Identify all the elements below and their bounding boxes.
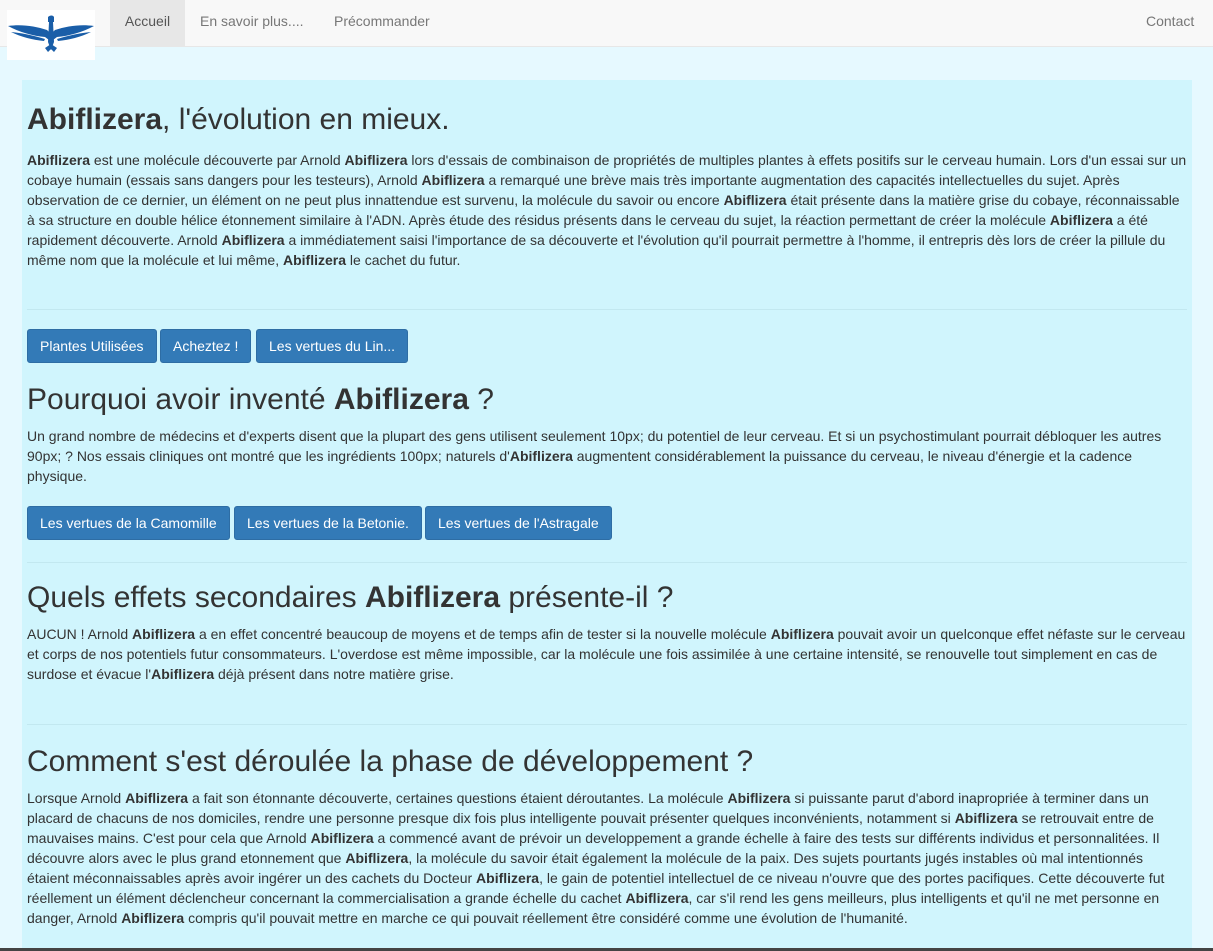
nav-contact[interactable]: Contact (1131, 0, 1209, 46)
vertues-astragale-button[interactable]: Les vertues de l'Astragale (425, 506, 612, 540)
section-developpement: Comment s'est déroulée la phase de dével… (27, 744, 1187, 928)
section-developpement-paragraph: Lorsque Arnold Abiflizera a fait son éto… (27, 790, 1165, 926)
section-effets-title: Quels effets secondaires Abiflizera prés… (27, 581, 674, 614)
section-pourquoi: Pourquoi avoir inventé Abiflizera ? Un g… (27, 382, 1187, 486)
nav-en-savoir-plus[interactable]: En savoir plus.... (185, 0, 319, 46)
acheter-button[interactable]: Acheztez ! (160, 329, 252, 363)
divider (27, 562, 1187, 563)
nav-accueil[interactable]: Accueil (110, 0, 185, 46)
divider (27, 724, 1187, 725)
navbar: Accueil En savoir plus.... Précommander … (0, 0, 1213, 47)
vertues-betonie-button[interactable]: Les vertues de la Betonie. (234, 506, 422, 540)
section-pourquoi-title: Pourquoi avoir inventé Abiflizera ? (27, 383, 494, 416)
plantes-utilisees-button[interactable]: Plantes Utilisées (27, 329, 157, 363)
hero-paragraph: Abiflizera est une molécule découverte p… (27, 152, 1187, 268)
section-effets-paragraph: AUCUN ! Arnold Abiflizera a en effet con… (27, 626, 1186, 682)
vertues-camomille-button[interactable]: Les vertues de la Camomille (27, 506, 230, 540)
eagle-logo-icon[interactable] (7, 10, 95, 60)
vertues-lin-button[interactable]: Les vertues du Lin... (256, 329, 409, 363)
section-developpement-title: Comment s'est déroulée la phase de dével… (27, 745, 754, 778)
hero-section: Abiflizera, l'évolution en mieux. Abifli… (27, 102, 1187, 270)
divider (27, 309, 1187, 310)
main-content-panel: Abiflizera, l'évolution en mieux. Abifli… (22, 80, 1192, 951)
section-pourquoi-paragraph: Un grand nombre de médecins et d'experts… (27, 428, 1162, 484)
hero-title: Abiflizera, l'évolution en mieux. (27, 103, 450, 136)
section-effets: Quels effets secondaires Abiflizera prés… (27, 580, 1187, 684)
nav-precommander[interactable]: Précommander (319, 0, 445, 46)
